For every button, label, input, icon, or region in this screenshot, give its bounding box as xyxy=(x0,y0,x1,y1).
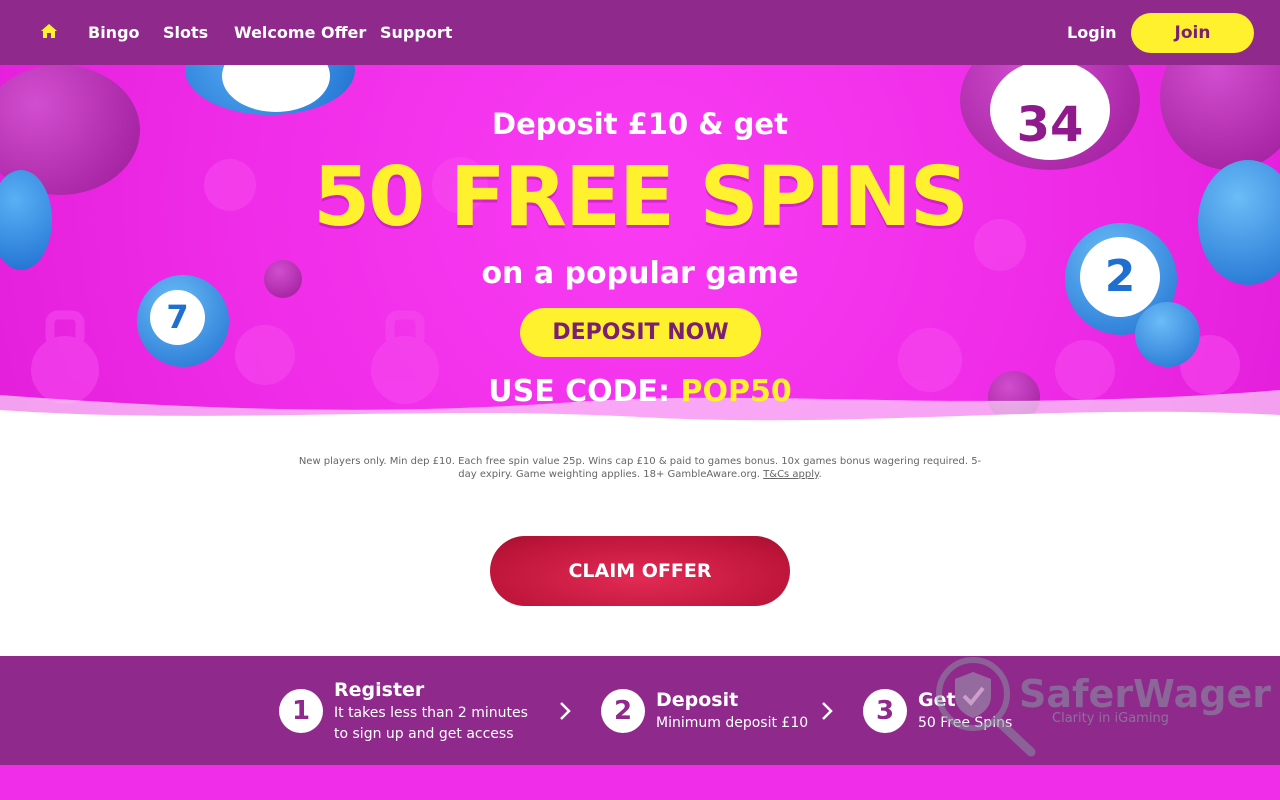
join-button[interactable]: Join xyxy=(1131,13,1254,53)
terms-body: New players only. Min dep £10. Each free… xyxy=(298,456,982,480)
nav-slots[interactable]: Slots xyxy=(163,23,208,43)
watermark-subtitle: Clarity in iGaming xyxy=(1052,711,1169,726)
login-link[interactable]: Login xyxy=(1067,23,1117,43)
step-1-desc-line1: It takes less than 2 minutes xyxy=(334,705,528,721)
chevron-right-icon xyxy=(560,702,571,720)
step-2-number: 2 xyxy=(601,689,645,733)
chevron-right-icon xyxy=(822,702,833,720)
home-icon[interactable] xyxy=(40,23,58,39)
bottom-strip xyxy=(0,765,1280,800)
nav-welcome-offer[interactable]: Welcome Offer xyxy=(234,23,366,43)
step-2-desc: Minimum deposit £10 xyxy=(656,715,809,731)
hero-banner: 7 34 2 Deposit £10 & get 50 FREE SPINS o… xyxy=(0,65,1280,445)
nav-bingo[interactable]: Bingo xyxy=(88,23,140,43)
promo-code-label: USE CODE: xyxy=(488,374,671,409)
tcs-link[interactable]: T&Cs apply xyxy=(763,469,818,480)
terms-text: New players only. Min dep £10. Each free… xyxy=(298,456,982,480)
claim-offer-button[interactable]: CLAIM OFFER xyxy=(490,536,790,606)
step-1-number: 1 xyxy=(279,689,323,733)
step-1-title: Register xyxy=(334,679,425,701)
hero-tagline: on a popular game xyxy=(481,256,799,291)
nav-support[interactable]: Support xyxy=(380,23,452,43)
deposit-now-button[interactable]: DEPOSIT NOW xyxy=(520,308,761,357)
step-2-title: Deposit xyxy=(656,689,739,711)
hero-subheading: Deposit £10 & get xyxy=(492,107,788,141)
promo-code-value: POP50 xyxy=(680,374,792,409)
step-1-desc-line2: to sign up and get access xyxy=(334,726,514,742)
top-nav: Bingo Slots Welcome Offer Support Login … xyxy=(0,0,1280,65)
hero-headline: 50 FREE SPINS xyxy=(313,150,969,245)
step-3-number: 3 xyxy=(863,689,907,733)
promo-code: USE CODE: POP50 xyxy=(0,373,1280,411)
